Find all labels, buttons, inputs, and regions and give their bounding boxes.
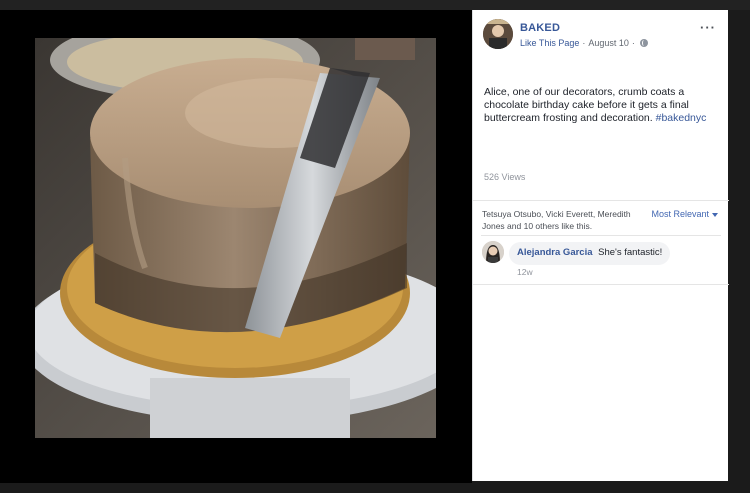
comment-sort-dropdown[interactable]: Most Relevant (651, 209, 718, 219)
likers-summary[interactable]: Tetsuya Otsubo, Vicki Everett, Meredith … (482, 208, 647, 232)
post-date[interactable]: August 10 (588, 38, 629, 48)
comment-timestamp[interactable]: 12w (517, 267, 533, 277)
divider (473, 284, 729, 285)
hashtag-link[interactable]: #bakednyc (656, 112, 707, 124)
view-count: 526 Views (484, 172, 526, 182)
divider (473, 200, 729, 201)
like-page-link[interactable]: Like This Page (520, 38, 579, 48)
viewer-top-bar (0, 0, 750, 10)
meta-separator-2: · (631, 38, 635, 48)
cake-video-frame (35, 38, 436, 438)
comment-avatar[interactable] (482, 241, 504, 263)
page-name-link[interactable]: BAKED (520, 22, 560, 34)
post-details-panel: BAKED Like This Page · August 10 · ··· A… (472, 10, 729, 481)
avatar-image (483, 19, 513, 49)
comment-text: She's fantastic! (598, 247, 663, 258)
comment-sort-label: Most Relevant (651, 209, 709, 219)
post-video[interactable] (35, 38, 436, 438)
post-text: Alice, one of our decorators, crumb coat… (484, 86, 714, 125)
page-avatar[interactable] (483, 19, 513, 49)
avatar-image (482, 241, 504, 263)
comment-author-link[interactable]: Alejandra Garcia (517, 247, 593, 258)
divider (481, 235, 721, 236)
more-options-button[interactable]: ··· (700, 20, 716, 35)
meta-separator: · (582, 38, 586, 48)
post-meta: Like This Page · August 10 · (520, 38, 648, 48)
post-header: BAKED Like This Page · August 10 · ··· (473, 10, 728, 72)
globe-icon (639, 39, 648, 47)
chevron-down-icon (712, 212, 718, 217)
comment-bubble: Alejandra Garcia She's fantastic! (509, 242, 671, 265)
